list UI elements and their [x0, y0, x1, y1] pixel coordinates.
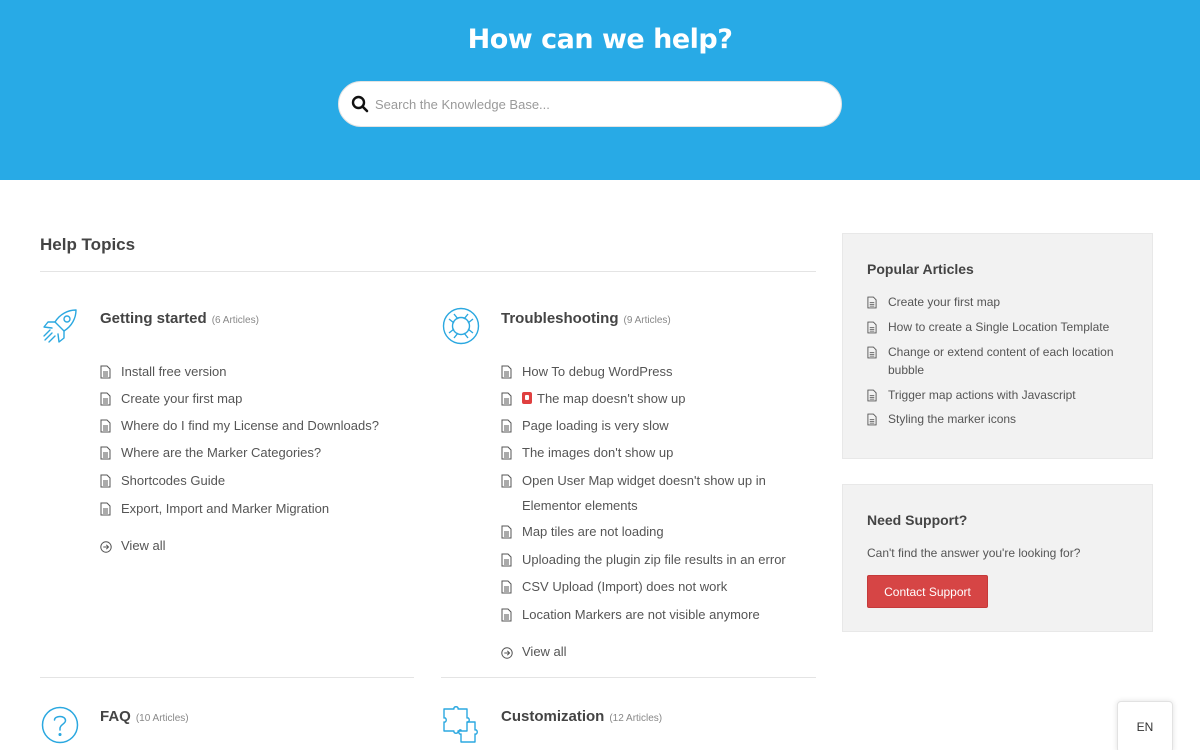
- search-box[interactable]: [338, 81, 842, 127]
- popular-article-link[interactable]: Styling the marker icons: [867, 410, 1117, 428]
- support-panel: Need Support? Can't find the answer you'…: [842, 484, 1153, 632]
- article-link[interactable]: Where do I find my License and Downloads…: [100, 414, 400, 438]
- document-icon: [501, 474, 512, 488]
- document-icon: [501, 553, 512, 567]
- article-link[interactable]: Create your first map: [100, 387, 400, 411]
- topic-customization[interactable]: Customization (12 Articles): [501, 708, 662, 726]
- document-icon: [100, 502, 111, 516]
- topic-title[interactable]: FAQ: [100, 708, 131, 725]
- topic-getting-started[interactable]: Getting started (6 Articles): [100, 310, 259, 328]
- document-icon: [100, 474, 111, 488]
- view-all-link[interactable]: View all: [501, 644, 567, 659]
- topic-title[interactable]: Customization: [501, 708, 604, 725]
- document-icon: [100, 392, 111, 406]
- arrow-circle-right-icon: [100, 541, 112, 553]
- help-topics-title: Help Topics: [40, 235, 136, 254]
- article-link[interactable]: Where are the Marker Categories?: [100, 441, 400, 465]
- arrow-circle-right-icon: [501, 647, 513, 659]
- topic-title[interactable]: Getting started: [100, 310, 207, 327]
- article-count: (12 Articles): [609, 713, 663, 724]
- article-count: (10 Articles): [135, 713, 189, 724]
- article-link[interactable]: The images don't show up: [501, 441, 801, 465]
- divider: [40, 271, 816, 272]
- article-link[interactable]: Map tiles are not loading: [501, 520, 801, 544]
- rocket-icon: [43, 309, 77, 343]
- divider: [441, 677, 816, 678]
- document-icon: [867, 346, 877, 359]
- document-icon: [100, 365, 111, 379]
- article-count: (6 Articles): [211, 315, 259, 326]
- document-icon: [100, 419, 111, 433]
- topic-title[interactable]: Troubleshooting: [501, 310, 619, 327]
- document-icon: [501, 525, 512, 539]
- article-link[interactable]: Page loading is very slow: [501, 414, 801, 438]
- document-icon: [501, 446, 512, 460]
- article-link[interactable]: Location Markers are not visible anymore: [501, 603, 801, 627]
- document-icon: [867, 413, 877, 426]
- article-link[interactable]: CSV Upload (Import) does not work: [501, 575, 801, 599]
- topic-faq[interactable]: FAQ (10 Articles): [100, 708, 189, 726]
- hero-title: How can we help?: [467, 24, 733, 55]
- article-link[interactable]: How To debug WordPress: [501, 360, 801, 384]
- article-link[interactable]: Shortcodes Guide: [100, 469, 400, 493]
- popular-articles-title: Popular Articles: [867, 261, 974, 277]
- search-icon: [351, 95, 369, 113]
- document-icon: [100, 446, 111, 460]
- divider: [40, 677, 414, 678]
- article-link[interactable]: Open User Map widget doesn't show up in …: [501, 469, 776, 518]
- popular-articles-panel: Popular Articles Create your first map H…: [842, 233, 1153, 459]
- view-all-link[interactable]: View all: [100, 538, 166, 553]
- document-icon: [867, 296, 877, 309]
- question-icon: [41, 706, 79, 744]
- article-link[interactable]: The map doesn't show up: [501, 387, 801, 411]
- lifebuoy-icon: [442, 307, 480, 345]
- article-count: (9 Articles): [623, 315, 671, 326]
- language-switcher[interactable]: EN: [1117, 701, 1173, 750]
- popular-article-link[interactable]: Change or extend content of each locatio…: [867, 343, 1117, 379]
- document-icon: [501, 580, 512, 594]
- popular-article-link[interactable]: How to create a Single Location Template: [867, 318, 1117, 336]
- topic-troubleshooting[interactable]: Troubleshooting (9 Articles): [501, 310, 671, 328]
- puzzle-icon: [443, 706, 478, 743]
- hero-banner: How can we help?: [0, 0, 1200, 180]
- article-link[interactable]: Install free version: [100, 360, 400, 384]
- article-link[interactable]: Uploading the plugin zip file results in…: [501, 548, 811, 572]
- popular-article-link[interactable]: Trigger map actions with Javascript: [867, 386, 1117, 404]
- contact-support-button[interactable]: Contact Support: [867, 575, 988, 608]
- document-icon: [867, 389, 877, 402]
- article-link[interactable]: Export, Import and Marker Migration: [100, 497, 400, 521]
- siren-icon: [522, 392, 532, 404]
- search-input[interactable]: [375, 90, 825, 118]
- document-icon: [867, 321, 877, 334]
- support-title: Need Support?: [867, 512, 968, 528]
- document-icon: [501, 419, 512, 433]
- popular-article-link[interactable]: Create your first map: [867, 293, 1117, 311]
- document-icon: [501, 365, 512, 379]
- document-icon: [501, 392, 512, 406]
- document-icon: [501, 608, 512, 622]
- support-question: Can't find the answer you're looking for…: [867, 546, 1081, 560]
